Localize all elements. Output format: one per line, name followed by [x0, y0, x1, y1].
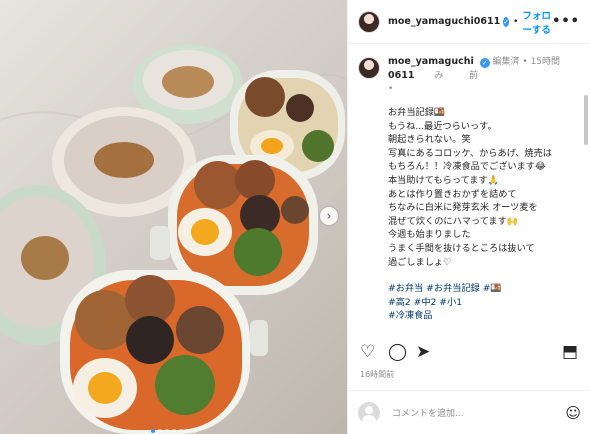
emoji-icon[interactable]: ☺	[565, 404, 581, 422]
caption-line: 過ごしましょ♡	[388, 256, 452, 268]
follow-button[interactable]: フォローする	[522, 8, 552, 36]
caption-line: もうね...最近つらいっす。	[388, 120, 497, 132]
caption-line: 写真にあるコロッケ、からあげ、焼売は	[388, 147, 552, 159]
carousel-dot	[192, 429, 197, 433]
hashtag-line[interactable]: #高2 #中2 #小1	[388, 296, 571, 310]
carousel-dot	[171, 429, 176, 433]
hashtag-line[interactable]: #冷凍食品	[388, 309, 571, 323]
caption-line: うまく手間を抜けるところは抜いて	[388, 242, 535, 254]
share-icon[interactable]: ➤	[416, 342, 430, 362]
comment-box: コメントを追加... ☺	[348, 390, 590, 434]
bento-illustration	[0, 44, 347, 434]
edited-label: 編集済	[492, 57, 520, 67]
comment-icon[interactable]: ◯	[388, 342, 407, 362]
carousel-dot	[157, 429, 162, 433]
caption-username-cont[interactable]: 0611	[388, 70, 414, 81]
caption-line: 朝起きられない。笑	[388, 134, 471, 146]
caption-header: moe_yamaguchi ✓ 編集済 • 15時間 0611 み 前 •	[348, 45, 590, 96]
carousel-next-button[interactable]: ›	[320, 207, 338, 225]
action-bar: ♡ ◯ ➤ ⬒	[348, 338, 590, 368]
caption-line: あとは作り置きおかずを詰めて	[388, 188, 517, 200]
post-side-panel: moe_yamaguchi0611 ✓ • フォローする ••• moe_yam…	[347, 0, 590, 434]
separator-dot: •	[522, 57, 528, 67]
post-age-cont: 前	[468, 71, 478, 81]
comment-input[interactable]: コメントを追加...	[392, 406, 464, 419]
post-timestamp[interactable]: 16時間前	[360, 369, 394, 380]
carousel-indicator	[0, 418, 347, 434]
caption-line: ちなみに白米に発芽玄米 オーツ麦を	[388, 202, 538, 214]
caption-scroll-area[interactable]: moe_yamaguchi ✓ 編集済 • 15時間 0611 み 前 • お弁…	[348, 45, 590, 332]
separator-dot: •	[388, 84, 394, 94]
avatar[interactable]	[358, 57, 380, 79]
caption-line: もちろん！！冷凍食品でございます😂	[388, 161, 546, 173]
post-age: 15時間	[530, 57, 561, 67]
caption-username[interactable]: moe_yamaguchi	[388, 56, 474, 67]
caption-line: 今週も始まりました	[388, 229, 471, 241]
carousel-dot	[164, 429, 169, 433]
caption-line: お弁当記録🍱	[388, 107, 446, 118]
header-username[interactable]: moe_yamaguchi0611	[388, 16, 500, 27]
avatar[interactable]	[358, 10, 380, 33]
caption-text: お弁当記録🍱 もうね...最近つらいっす。 朝起きられない。笑 写真にあるコロッ…	[348, 96, 590, 323]
caption-line: 本当助けてもらってます🙏	[388, 174, 500, 186]
separator-dot: •	[513, 16, 519, 27]
post-photo[interactable]: ›	[0, 0, 347, 434]
caption-line: 混ぜて炊くのにハマってます🙌	[388, 215, 519, 227]
more-options-icon[interactable]: •••	[552, 14, 580, 29]
hashtag-line[interactable]: #お弁当 #お弁当記録 #🍱	[388, 282, 571, 296]
edited-label-cont: み	[434, 71, 444, 81]
carousel-dot	[185, 429, 190, 433]
post-header: moe_yamaguchi0611 ✓ • フォローする •••	[348, 0, 590, 44]
bookmark-icon[interactable]: ⬒	[562, 342, 578, 362]
carousel-dot	[150, 429, 155, 433]
carousel-dot	[178, 429, 183, 433]
commenter-avatar	[358, 401, 380, 424]
heart-icon[interactable]: ♡	[360, 342, 375, 362]
verified-badge-icon: ✓	[503, 16, 510, 27]
scrollbar-thumb[interactable]	[584, 95, 588, 145]
verified-badge-icon: ✓	[479, 58, 490, 68]
